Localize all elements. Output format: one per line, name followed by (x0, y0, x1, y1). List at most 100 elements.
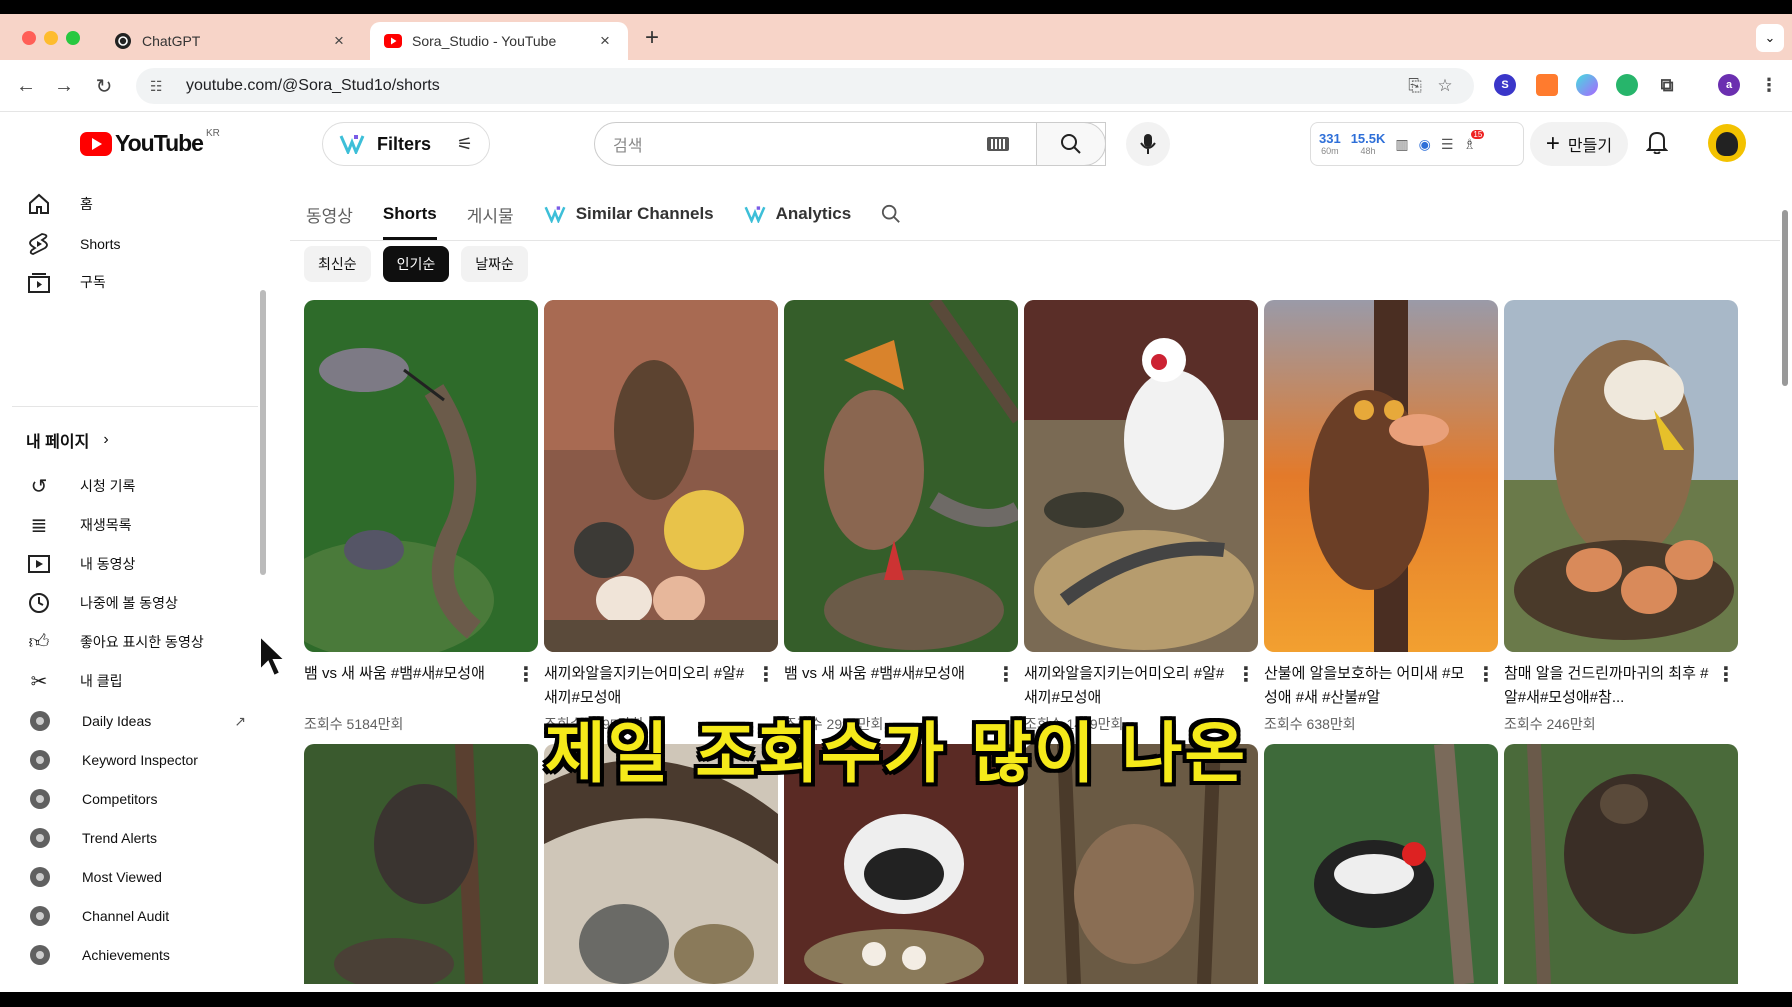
tab-label: 동영상 (306, 206, 353, 226)
tab-similar-channels[interactable]: Similar Channels (544, 188, 714, 240)
sidebar-item-label: 구독 (80, 274, 106, 290)
address-bar: ← → ↻ ☷ youtube.com/@Sora_Stud1o/shorts … (0, 60, 1792, 112)
extension-s-icon[interactable]: S (1494, 74, 1516, 96)
close-icon[interactable]: × (330, 31, 348, 51)
url-text: youtube.com/@Sora_Stud1o/shorts (186, 77, 440, 94)
sidebar-item-achievements[interactable]: Achievements (26, 937, 246, 973)
bookmark-star-icon[interactable]: ☆ (1430, 76, 1460, 96)
browser-tab-youtube[interactable]: Sora_Studio - YouTube × (370, 22, 628, 60)
url-input[interactable]: ☷ youtube.com/@Sora_Stud1o/shorts ⎘ ☆ (136, 68, 1474, 104)
youtube-logo[interactable]: YouTube KR (80, 128, 220, 157)
puzzle-icon[interactable]: ⧉ (1656, 74, 1678, 96)
short-thumbnail[interactable] (1024, 300, 1258, 652)
search-button[interactable] (1036, 122, 1106, 166)
vidiq-icon (544, 206, 566, 223)
chip-oldest[interactable]: 날짜순 (461, 246, 528, 282)
filters-button[interactable]: Filters ⚟ (322, 122, 490, 166)
vidiq-stats-widget[interactable]: 331 60m 15.5K 48h ▥ ◉ ☰ ♗ 15 (1310, 122, 1524, 166)
extension-green-icon[interactable] (1616, 74, 1638, 96)
more-options-icon[interactable]: ⋮ (1476, 662, 1496, 687)
more-options-icon[interactable]: ⋮ (996, 662, 1016, 687)
sidebar-item-most-viewed[interactable]: Most Viewed (26, 859, 246, 895)
new-tab-button[interactable]: + (638, 24, 666, 52)
sidebar-item-trend-alerts[interactable]: Trend Alerts (26, 820, 246, 856)
sidebar-item-watch-later[interactable]: 나중에 볼 동영상 (26, 585, 246, 621)
stat-period: 48h (1360, 146, 1376, 156)
sidebar-item-shorts[interactable]: Shorts (26, 226, 246, 262)
window-minimize-button[interactable] (44, 31, 58, 45)
notification-extension-icon[interactable]: ♗ 15 (1463, 129, 1485, 153)
short-card[interactable]: 새끼와알을지키는어미오리 #알#새끼#모성애 ⋮ 조회수 3695만회 (544, 300, 778, 734)
back-arrow-icon[interactable]: ← (12, 72, 40, 100)
more-options-icon[interactable]: ⋮ (1716, 662, 1736, 687)
voice-search-button[interactable] (1126, 122, 1170, 166)
more-options-icon[interactable]: ⋮ (516, 662, 536, 687)
my-page-link[interactable]: 내 페이지 › (26, 428, 109, 452)
short-thumbnail[interactable] (1264, 300, 1498, 652)
short-card[interactable]: 참매 알을 건드린까마귀의 최후 #알#새#모성애#참... ⋮ 조회수 246… (1504, 300, 1738, 734)
short-card[interactable]: 뱀 vs 새 싸움 #뱀#새#모성애 ⋮ 조회수 2996만회 (784, 300, 1018, 734)
short-thumbnail[interactable] (1504, 300, 1738, 652)
page-scrollbar[interactable] (1782, 210, 1788, 386)
short-card[interactable]: 뱀 vs 새 싸움 #뱀#새#모성애 ⋮ 조회수 5184만회 (304, 300, 538, 734)
short-card[interactable]: 새끼와알을지키는어미오리 #알#새끼#모성애 ⋮ 조회수 1499만회 (1024, 300, 1258, 734)
browser-tab-chatgpt[interactable]: ChatGPT × (100, 22, 362, 60)
chevron-right-icon: › (103, 431, 109, 448)
window-close-button[interactable] (22, 31, 36, 45)
reload-icon[interactable]: ↻ (90, 72, 118, 100)
sidebar-item-label: Most Viewed (82, 869, 162, 885)
window-zoom-button[interactable] (66, 31, 80, 45)
more-options-icon[interactable]: ⋮ (756, 662, 776, 687)
short-card[interactable]: 산불에 알을보호하는 어미새 #모성애 #새 #산불#알 ⋮ 조회수 638만회 (1264, 300, 1498, 734)
sidebar-item-label: Shorts (80, 236, 121, 252)
youtube-page: YouTube KR Filters ⚟ 검색 331 60m 15.5K 48… (0, 112, 1792, 992)
sidebar-item-subscriptions[interactable]: 구독 (26, 264, 246, 300)
watch-later-icon (26, 590, 52, 616)
sidebar-item-my-videos[interactable]: 내 동영상 (26, 546, 246, 582)
plus-icon: + (1545, 130, 1560, 157)
sidebar-item-label: Channel Audit (82, 908, 170, 924)
chip-latest[interactable]: 최신순 (304, 246, 371, 282)
close-icon[interactable]: × (596, 31, 614, 51)
more-options-icon[interactable]: ⋮ (1236, 662, 1256, 687)
forward-arrow-icon[interactable]: → (50, 72, 78, 100)
sidebar-item-playlists[interactable]: ≣ 재생목록 (26, 507, 246, 543)
tab-label: Shorts (382, 204, 437, 223)
tab-posts[interactable]: 게시물 (467, 188, 514, 240)
search-input[interactable]: 검색 (594, 122, 1106, 166)
browser-menu-icon[interactable]: ⋮ (1758, 74, 1780, 96)
sidebar-item-history[interactable]: ↺ 시청 기록 (26, 468, 246, 504)
account-avatar[interactable] (1708, 124, 1746, 162)
tab-videos[interactable]: 동영상 (306, 188, 353, 240)
bell-icon[interactable] (1645, 130, 1669, 160)
short-thumbnail[interactable] (784, 300, 1018, 652)
tabs-divider (290, 240, 1780, 241)
notification-badge: 15 (1471, 129, 1485, 139)
extension-orange-icon[interactable] (1536, 74, 1558, 96)
chevron-down-icon[interactable]: ⌄ (1756, 24, 1784, 52)
short-thumbnail[interactable] (304, 300, 538, 652)
short-thumbnail[interactable] (544, 300, 778, 652)
vidiq-logo-icon[interactable]: ◉ (1419, 136, 1431, 153)
channel-search-icon[interactable] (881, 188, 901, 240)
sidebar-item-liked[interactable]: 👍︎ 좋아요 표시한 동영상 (26, 624, 246, 660)
region-label: KR (205, 128, 220, 139)
sidebar-item-home[interactable]: 홈 (26, 186, 246, 222)
chip-popular[interactable]: 인기순 (382, 246, 450, 282)
extension-colorwheel-icon[interactable] (1576, 74, 1598, 96)
profile-avatar[interactable]: a (1718, 74, 1740, 96)
sliders-icon: ⚟ (456, 133, 473, 154)
tab-analytics[interactable]: Analytics (744, 188, 851, 240)
home-icon (26, 191, 52, 217)
keyboard-icon[interactable] (987, 137, 1009, 151)
list-menu-icon[interactable]: ☰ (1441, 136, 1454, 153)
create-button[interactable]: + 만들기 (1530, 122, 1628, 166)
tab-shorts[interactable]: Shorts (382, 188, 437, 240)
sidebar-item-clips[interactable]: ✂ 내 클립 (26, 663, 246, 699)
site-settings-icon[interactable]: ☷ (150, 78, 174, 95)
sidebar-scrollbar[interactable] (260, 290, 266, 575)
bar-chart-icon[interactable]: ▥ (1395, 136, 1408, 153)
screen-top-border (0, 0, 1792, 14)
install-app-icon[interactable]: ⎘ (1400, 76, 1430, 96)
sidebar-item-channel-audit[interactable]: Channel Audit (26, 898, 246, 934)
